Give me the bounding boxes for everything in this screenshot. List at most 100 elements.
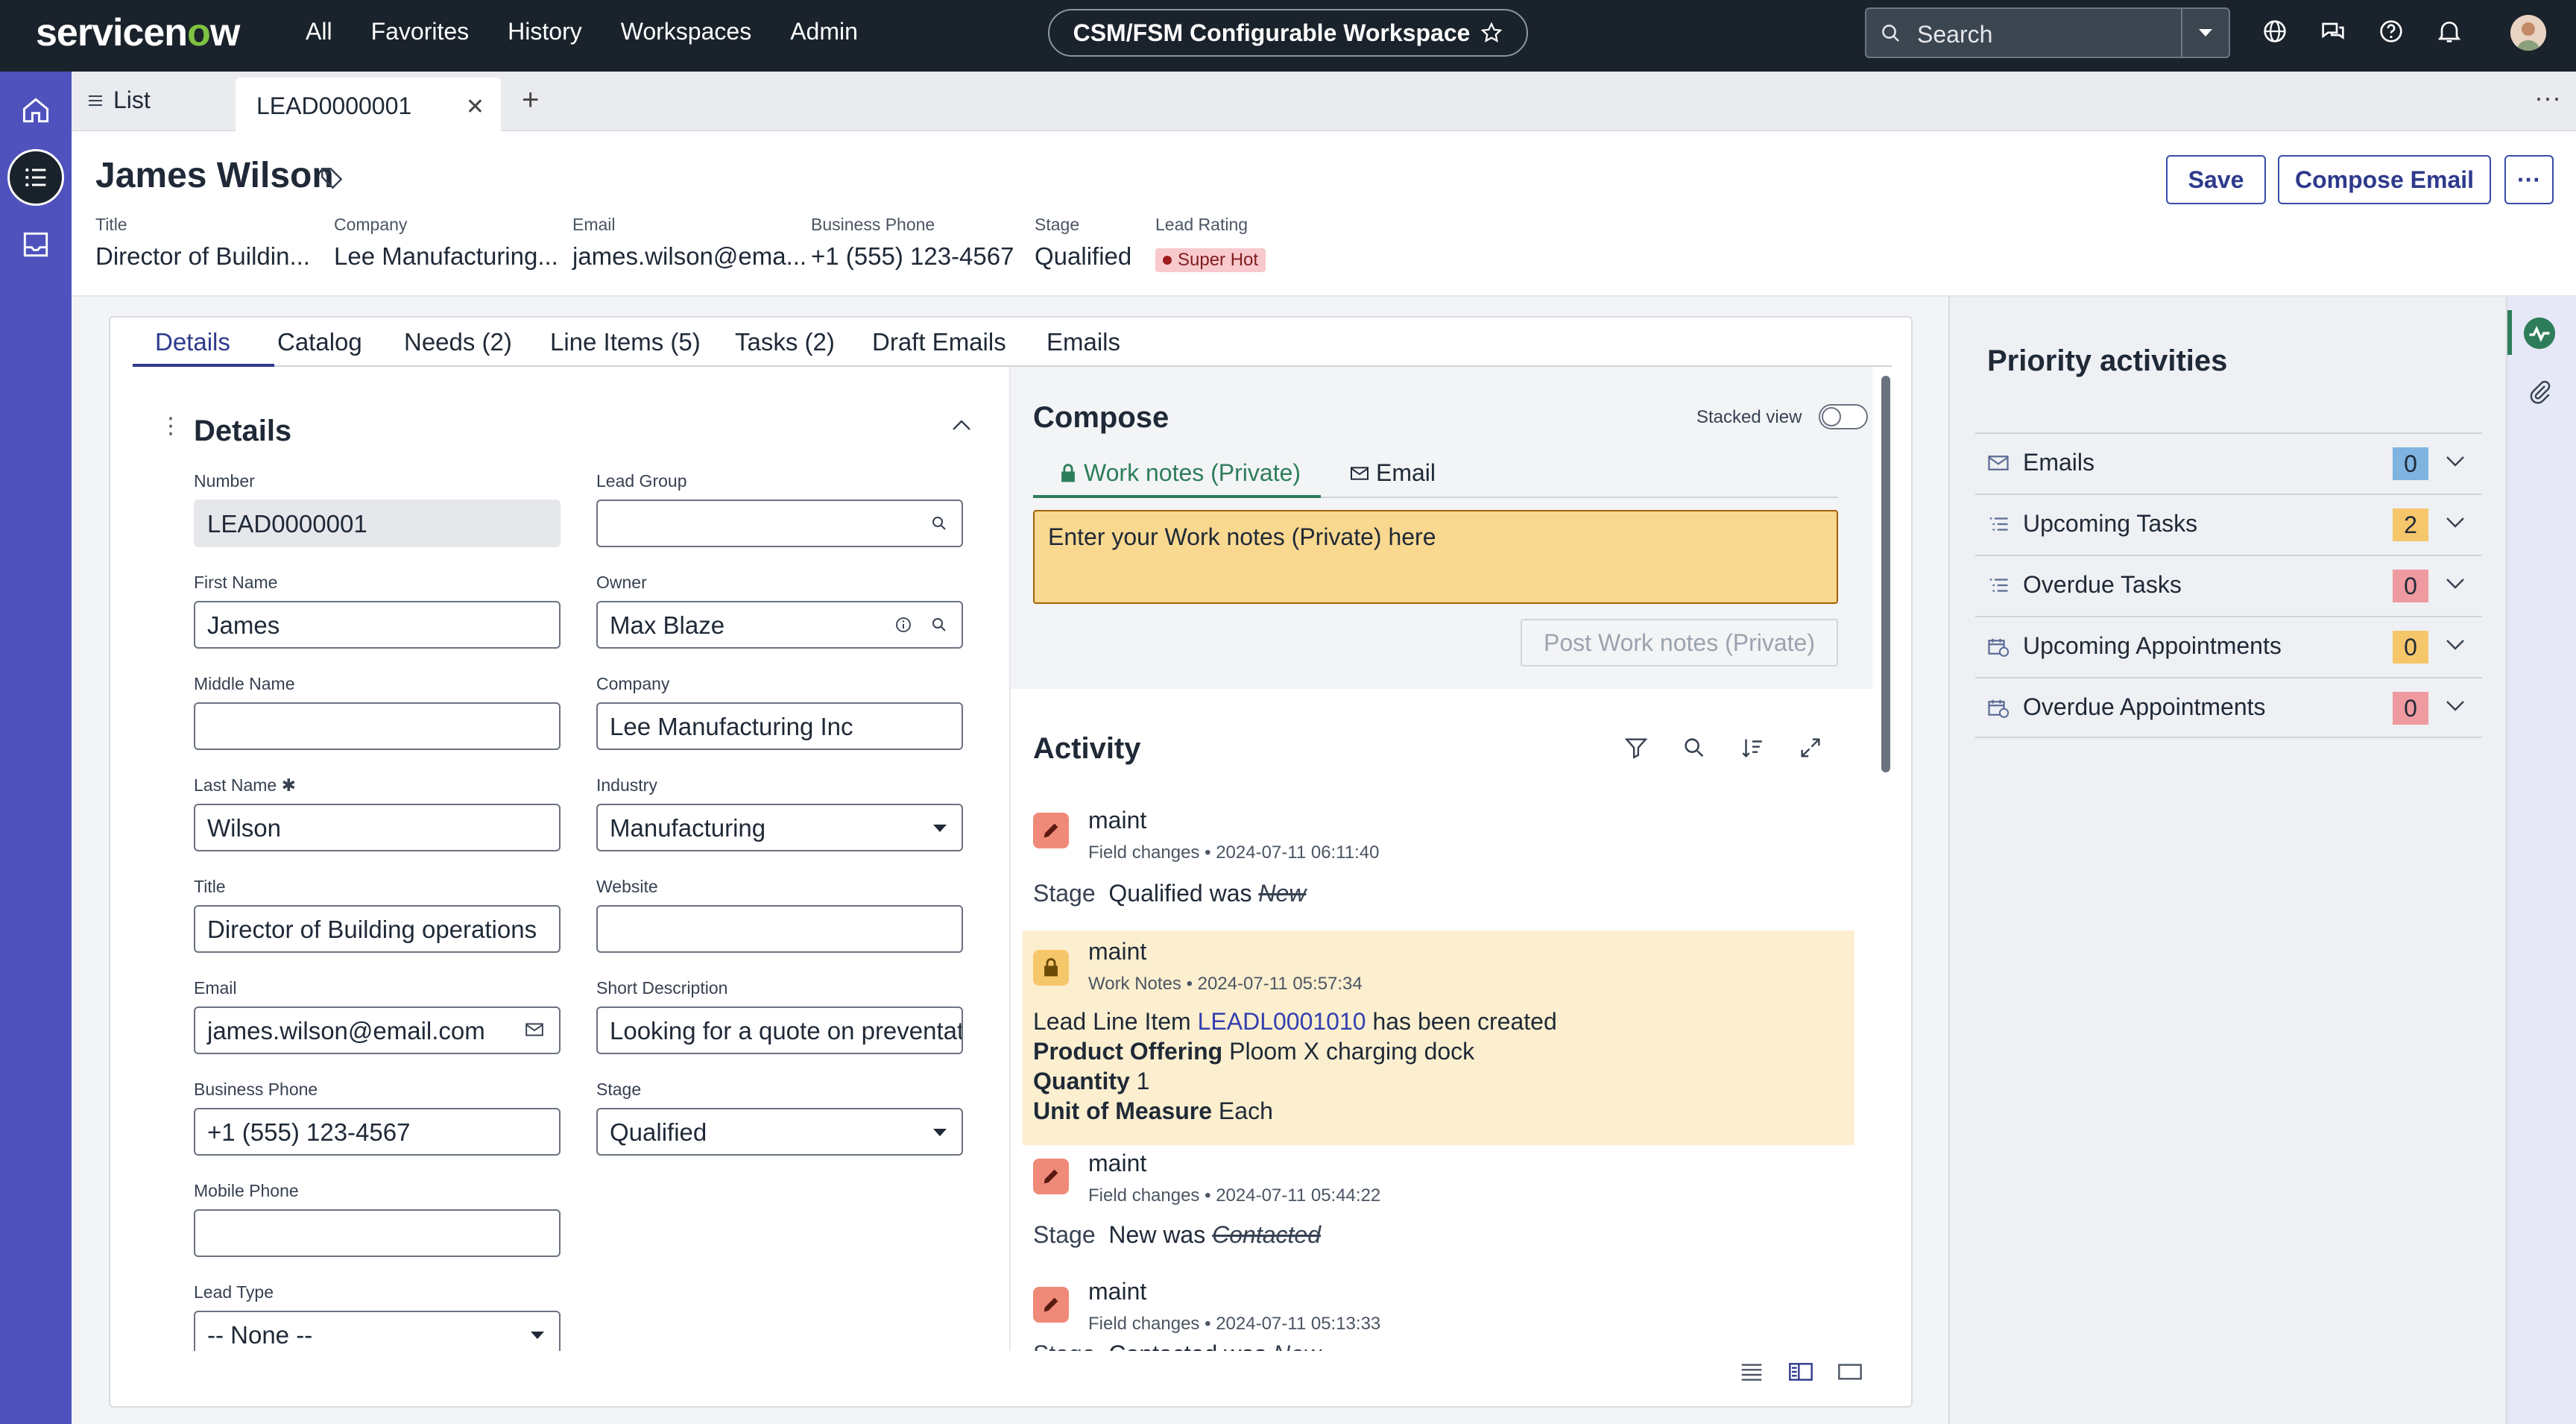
priority-row-upcoming-appointments[interactable]: Upcoming Appointments 0 — [1975, 616, 2482, 677]
tab-lead-label: LEAD0000001 — [256, 92, 412, 119]
layout-split-icon[interactable] — [1789, 1361, 1813, 1382]
number-input: LEAD0000001 — [194, 500, 561, 547]
nav-all[interactable]: All — [306, 18, 332, 45]
priority-row-upcoming-tasks[interactable]: Upcoming Tasks 2 — [1975, 494, 2482, 555]
tab-tasks[interactable]: Tasks (2) — [735, 328, 835, 356]
tab-details[interactable]: Details — [155, 328, 230, 356]
pencil-icon — [1033, 1287, 1069, 1323]
star-icon[interactable] — [1480, 22, 1503, 44]
bell-icon[interactable] — [2434, 16, 2464, 46]
owner-input[interactable]: Max Blaze — [596, 601, 963, 649]
activity-meta: Field changes • 2024-07-11 05:13:33 — [1088, 1314, 1381, 1334]
layout-list-icon[interactable] — [1740, 1361, 1764, 1382]
stacked-view-toggle[interactable] — [1819, 404, 1868, 429]
details-form: ⋮ Details Number LEAD0000001 First Name … — [133, 367, 1009, 1351]
help-icon[interactable] — [2376, 16, 2406, 46]
tab-lead-record[interactable]: LEAD0000001 ✕ — [236, 78, 501, 131]
lead-group-field: Lead Group — [596, 471, 963, 547]
chevron-down-icon[interactable] — [2445, 638, 2466, 652]
activity-scrollbar[interactable] — [1881, 376, 1890, 772]
website-field: Website — [596, 877, 963, 953]
lookup-search-icon[interactable] — [930, 616, 948, 634]
sort-icon[interactable] — [1740, 735, 1765, 760]
tab-list[interactable]: List — [86, 86, 151, 114]
lead-type-select[interactable]: -- None -- — [194, 1311, 561, 1351]
nav-workspaces[interactable]: Workspaces — [621, 18, 751, 45]
tab-line-items[interactable]: Line Items (5) — [550, 328, 701, 356]
global-search[interactable]: Search — [1865, 7, 2230, 58]
lead-rating-badge: Super Hot — [1155, 248, 1266, 272]
activity-user: maint — [1088, 1150, 1147, 1176]
tab-work-notes[interactable]: Work notes (Private) — [1058, 459, 1301, 487]
first-name-input[interactable]: James — [194, 601, 561, 649]
email-input[interactable]: james.wilson@email.com — [194, 1006, 561, 1054]
paperclip-icon[interactable] — [2527, 379, 2552, 404]
chevron-down-icon[interactable] — [2445, 455, 2466, 468]
tab-email[interactable]: Email — [1349, 459, 1436, 487]
line-item-link[interactable]: LEADL0001010 — [1198, 1008, 1366, 1035]
company-field: Company Lee Manufacturing Inc — [596, 674, 963, 750]
priority-row-emails[interactable]: Emails 0 — [1975, 432, 2482, 494]
save-button[interactable]: Save — [2166, 155, 2266, 204]
hamburger-icon — [86, 92, 104, 110]
tag-icon[interactable] — [319, 166, 344, 191]
layout-single-icon[interactable] — [1838, 1361, 1862, 1382]
website-input[interactable] — [596, 905, 963, 953]
priority-row-overdue-appointments[interactable]: Overdue Appointments 0 — [1975, 677, 2482, 738]
search-input[interactable]: Search — [1917, 21, 1992, 48]
tab-catalog[interactable]: Catalog — [277, 328, 362, 356]
globe-icon[interactable] — [2260, 16, 2290, 46]
stage-select[interactable]: Qualified — [596, 1108, 963, 1156]
priority-row-overdue-tasks[interactable]: Overdue Tasks 0 — [1975, 555, 2482, 616]
details-section-title: Details — [194, 415, 292, 447]
user-avatar[interactable] — [2510, 15, 2546, 51]
search-scope-dropdown[interactable] — [2181, 9, 2229, 57]
nav-admin[interactable]: Admin — [790, 18, 858, 45]
chat-icon[interactable] — [2318, 16, 2348, 46]
work-notes-textarea[interactable]: Enter your Work notes (Private) here — [1033, 510, 1838, 604]
servicenow-logo[interactable]: servicenow — [36, 10, 240, 55]
right-context-rail — [2506, 297, 2576, 1424]
mail-icon[interactable] — [525, 1021, 544, 1038]
search-icon[interactable] — [1682, 735, 1707, 760]
filter-icon[interactable] — [1623, 735, 1649, 760]
mobile-phone-input[interactable] — [194, 1209, 561, 1257]
activity-pulse-icon[interactable] — [2522, 316, 2557, 350]
lookup-search-icon[interactable] — [930, 514, 948, 532]
activity-meta: Work Notes • 2024-07-11 05:57:34 — [1088, 974, 1363, 994]
chevron-down-icon[interactable] — [2445, 699, 2466, 713]
layout-toggle-group — [1740, 1361, 1862, 1382]
expand-icon[interactable] — [1798, 735, 1823, 760]
business-phone-input[interactable]: +1 (555) 123-4567 — [194, 1108, 561, 1156]
caret-down-icon — [529, 1330, 546, 1340]
more-actions-button[interactable]: ··· — [2504, 155, 2554, 204]
section-menu-icon[interactable]: ⋮ — [160, 413, 182, 439]
home-icon[interactable] — [7, 82, 64, 139]
post-work-notes-button[interactable]: Post Work notes (Private) — [1521, 619, 1838, 667]
short-description-input[interactable]: Looking for a quote on preventat — [596, 1006, 963, 1054]
chevron-down-icon[interactable] — [2445, 516, 2466, 529]
middle-name-input[interactable] — [194, 702, 561, 750]
nav-history[interactable]: History — [508, 18, 582, 45]
compose-email-button[interactable]: Compose Email — [2278, 155, 2491, 204]
info-icon[interactable] — [894, 616, 912, 634]
inbox-icon[interactable] — [7, 216, 64, 273]
more-icon[interactable]: ··· — [2534, 82, 2561, 113]
chevron-down-icon[interactable] — [2445, 577, 2466, 590]
activity-meta: Field changes • 2024-07-11 05:44:22 — [1088, 1185, 1381, 1206]
nav-favorites[interactable]: Favorites — [371, 18, 470, 45]
company-input[interactable]: Lee Manufacturing Inc — [596, 702, 963, 750]
tab-needs[interactable]: Needs (2) — [404, 328, 512, 356]
list-icon[interactable] — [7, 149, 64, 206]
workspace-title-pill[interactable]: CSM/FSM Configurable Workspace — [1048, 9, 1528, 57]
tab-draft-emails[interactable]: Draft Emails — [872, 328, 1006, 356]
lead-group-input[interactable] — [596, 500, 963, 547]
add-tab-icon[interactable]: + — [522, 84, 539, 117]
last-name-input[interactable]: Wilson — [194, 804, 561, 851]
close-icon[interactable]: ✕ — [466, 94, 484, 120]
tab-emails[interactable]: Emails — [1046, 328, 1120, 356]
collapse-icon[interactable] — [951, 418, 972, 432]
title-input[interactable]: Director of Building operations — [194, 905, 561, 953]
industry-select[interactable]: Manufacturing — [596, 804, 963, 851]
short-description-field: Short Description Looking for a quote on… — [596, 978, 963, 1054]
